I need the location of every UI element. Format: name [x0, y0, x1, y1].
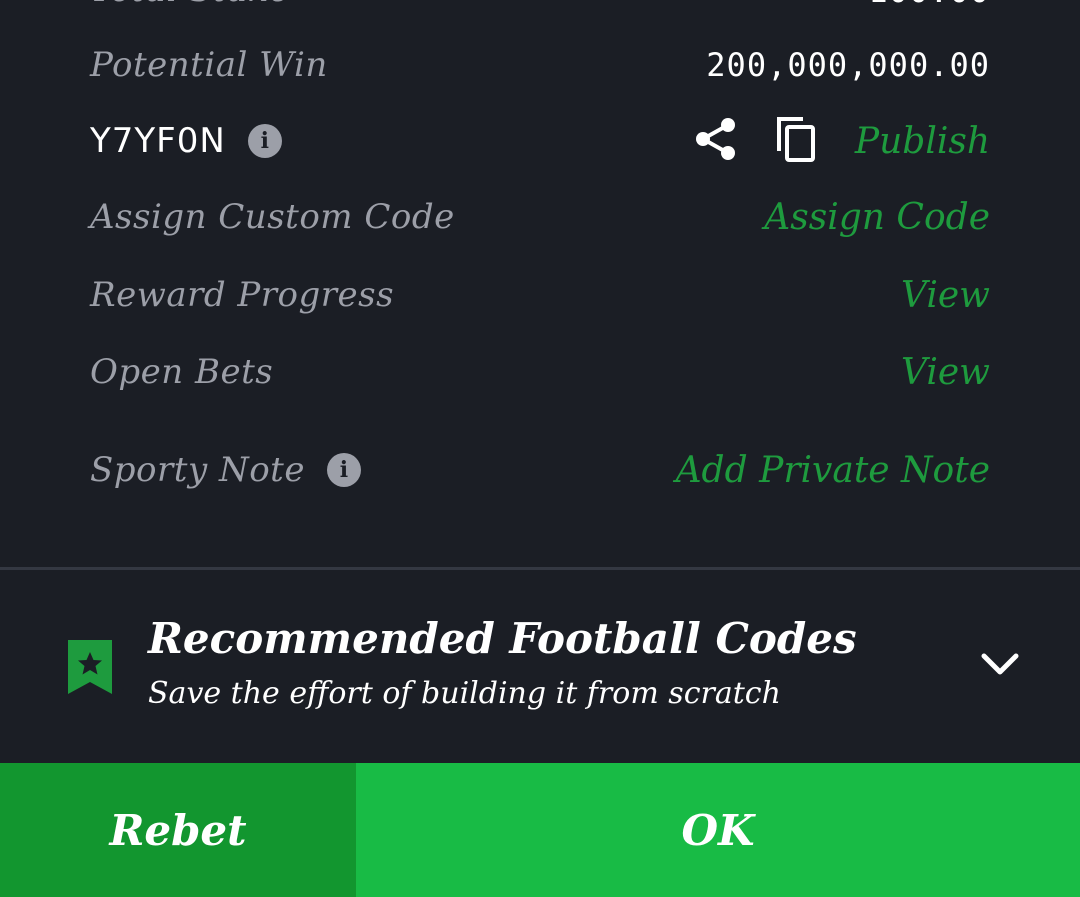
info-icon[interactable]: i	[247, 124, 282, 158]
assign-custom-code-label: Assign Custom Code	[90, 197, 455, 237]
reward-progress-view-link[interactable]: View	[901, 275, 990, 316]
open-bets-view-link[interactable]: View	[901, 352, 990, 393]
total-stake-label: Total Stake	[90, 0, 290, 10]
chevron-down-icon[interactable]	[980, 648, 1020, 678]
copy-icon[interactable]	[775, 115, 817, 167]
divider	[0, 567, 1080, 570]
open-bets-label: Open Bets	[90, 352, 274, 392]
reward-progress-row: Reward Progress View	[90, 265, 990, 325]
potential-win-label: Potential Win	[90, 45, 328, 85]
rebet-button[interactable]: Rebet	[0, 763, 356, 897]
share-icon[interactable]	[695, 117, 737, 165]
booking-code: Y7YF0N	[90, 121, 226, 161]
footer-actions: Rebet OK	[0, 763, 1080, 897]
publish-link[interactable]: Publish	[855, 121, 990, 162]
bookmark-star-icon	[66, 638, 114, 696]
recommended-codes-panel[interactable]: Recommended Football Codes Save the effo…	[0, 600, 1080, 730]
reward-progress-label: Reward Progress	[90, 275, 395, 315]
booking-code-row: Y7YF0N i Publish	[90, 111, 990, 171]
potential-win-row: Potential Win 200,000,000.00	[90, 35, 990, 95]
add-private-note-link[interactable]: Add Private Note	[676, 450, 990, 491]
recommended-title: Recommended Football Codes	[148, 614, 857, 663]
open-bets-row: Open Bets View	[90, 342, 990, 402]
total-stake-row: Total Stake 100.00	[90, 0, 990, 10]
sporty-note-label: Sporty Note	[90, 450, 305, 490]
assign-code-link[interactable]: Assign Code	[764, 197, 990, 238]
potential-win-value: 200,000,000.00	[706, 46, 990, 84]
assign-custom-code-row: Assign Custom Code Assign Code	[90, 187, 990, 247]
bet-slip-screen: Total Stake 100.00 Potential Win 200,000…	[0, 0, 1080, 897]
ok-button[interactable]: OK	[356, 763, 1080, 897]
total-stake-value: 100.00	[868, 0, 990, 10]
sporty-note-row: Sporty Note i Add Private Note	[90, 440, 990, 500]
info-icon[interactable]: i	[326, 453, 361, 487]
recommended-subtitle: Save the effort of building it from scra…	[148, 676, 781, 711]
